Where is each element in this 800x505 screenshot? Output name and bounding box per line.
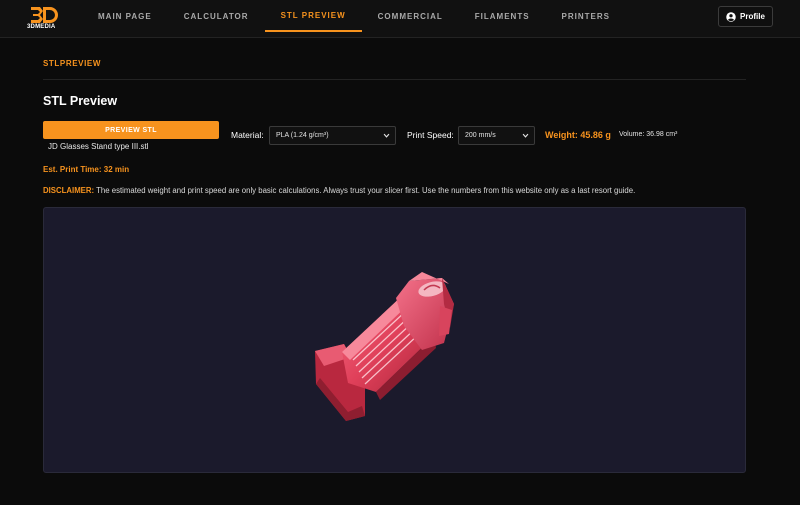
print-speed-select[interactable]: 200 mm/s: [458, 126, 535, 145]
est-print-time: Est. Print Time: 32 min: [43, 165, 130, 174]
top-navbar: 3DMEDIA MAIN PAGE CALCULATOR STL PREVIEW…: [0, 0, 800, 38]
section-divider: [43, 79, 746, 80]
nav-item-calculator[interactable]: CALCULATOR: [168, 0, 265, 32]
nav-item-stl-preview[interactable]: STL PREVIEW: [264, 0, 362, 32]
disclaimer-tag: DISCLAIMER:: [43, 186, 95, 195]
page-title: STL Preview: [43, 94, 118, 108]
material-select[interactable]: PLA (1.24 g/cm³): [269, 126, 396, 145]
print-speed-select-value: 200 mm/s: [465, 132, 496, 139]
weight-value: Weight: 45.86 g: [545, 130, 611, 140]
nav-item-commercial[interactable]: COMMERCIAL: [362, 0, 459, 32]
brand-logo-text: 3DMEDIA: [27, 24, 56, 30]
user-circle-icon: [726, 11, 736, 22]
chevron-down-icon: [522, 133, 529, 138]
stl-viewer-canvas[interactable]: [43, 207, 746, 473]
material-label: Material:: [231, 130, 264, 140]
disclaimer: DISCLAIMER: The estimated weight and pri…: [43, 186, 635, 195]
nav-links: MAIN PAGE CALCULATOR STL PREVIEW COMMERC…: [82, 0, 626, 38]
material-select-value: PLA (1.24 g/cm³): [276, 132, 329, 139]
profile-label: Profile: [740, 12, 765, 21]
disclaimer-text: The estimated weight and print speed are…: [94, 186, 636, 195]
chevron-down-icon: [383, 133, 390, 138]
nav-item-printers[interactable]: PRINTERS: [546, 0, 626, 32]
print-speed-label: Print Speed:: [407, 130, 454, 140]
volume-value: Volume: 36.98 cm³: [619, 131, 678, 138]
selected-file-name: JD Glasses Stand type III.stl: [48, 142, 149, 151]
profile-button[interactable]: Profile: [718, 6, 773, 27]
section-label: STLPREVIEW: [43, 59, 102, 68]
nav-item-filaments[interactable]: FILAMENTS: [459, 0, 546, 32]
stl-model-render[interactable]: [44, 208, 746, 473]
nav-item-main-page[interactable]: MAIN PAGE: [82, 0, 168, 32]
preview-stl-button[interactable]: PREVIEW STL: [43, 121, 219, 139]
